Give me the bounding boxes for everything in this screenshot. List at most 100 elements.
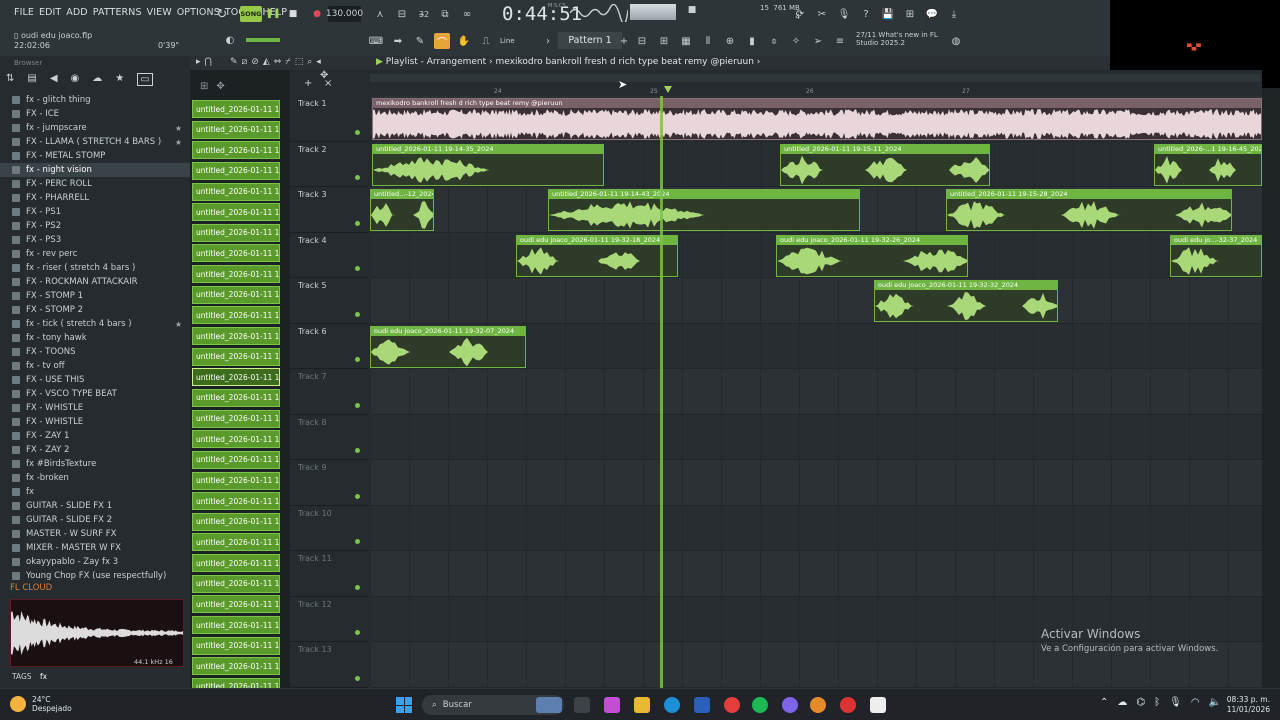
- save-icon[interactable]: 💾: [880, 6, 896, 22]
- track-header[interactable]: Track 1: [290, 96, 368, 142]
- channel-button[interactable]: untitled_2026-01-11 19-...: [192, 430, 280, 449]
- browser-item[interactable]: FX - LLAMA ( STRETCH 4 BARS ) ★: [0, 135, 190, 149]
- download-icon[interactable]: ⤓: [946, 6, 962, 22]
- favorite-star-icon[interactable]: ★: [175, 138, 182, 147]
- performance-icon[interactable]: ➢: [810, 33, 826, 49]
- task-view-icon[interactable]: [574, 697, 590, 713]
- track-header[interactable]: Track 2: [290, 142, 368, 187]
- metronome-icon[interactable]: ⋏: [372, 6, 388, 22]
- browser-icon[interactable]: ▮: [744, 33, 760, 49]
- audio-clip[interactable]: oudi edu jo...-32-37_2024: [1170, 234, 1262, 277]
- widgets-icon[interactable]: [536, 697, 562, 713]
- menu-patterns[interactable]: PATTERNS: [93, 7, 142, 18]
- browser-item[interactable]: Young Chop FX (use respectfully): [0, 569, 190, 583]
- help-icon[interactable]: ?: [858, 6, 874, 22]
- select-icon[interactable]: ⬚: [295, 57, 304, 67]
- channel-button[interactable]: untitled_2026-01-11 19-...: [192, 574, 280, 593]
- folder-view-icon[interactable]: ▭: [137, 73, 153, 86]
- fl-studio-icon[interactable]: [810, 697, 826, 713]
- browser-item[interactable]: FX - ROCKMAN ATTACKAIR: [0, 275, 190, 289]
- audio-clip[interactable]: mexikodro bankroll fresh d rich type bea…: [372, 98, 1262, 140]
- browser-item[interactable]: MASTER - W SURF FX: [0, 527, 190, 541]
- bluetooth-icon[interactable]: ᛒ: [1154, 697, 1160, 708]
- mixer-view-icon[interactable]: ⫴: [700, 33, 716, 49]
- file-icon[interactable]: ▤: [27, 73, 36, 86]
- move-tracks-icon[interactable]: ✥: [320, 70, 328, 81]
- channel-button[interactable]: untitled_2026-01-11 19-...: [192, 100, 280, 118]
- loop-record-icon[interactable]: ∞: [459, 6, 475, 22]
- channel-button[interactable]: untitled_2026-01-11 19-...: [192, 265, 280, 284]
- pattern-prev-icon[interactable]: ›: [540, 33, 556, 49]
- mute-icon[interactable]: ◭: [263, 57, 270, 67]
- chat-icon[interactable]: 💬: [924, 6, 940, 22]
- track-mute-led[interactable]: [355, 448, 360, 453]
- cloud-icon[interactable]: ☁: [92, 73, 102, 86]
- menu-file[interactable]: FILE: [14, 7, 34, 18]
- track-header[interactable]: Track 4: [290, 233, 368, 278]
- onedrive-icon[interactable]: ☁: [1117, 697, 1127, 708]
- track-mute-led[interactable]: [355, 493, 360, 499]
- edge-icon[interactable]: [664, 697, 680, 713]
- magnet-icon[interactable]: ⌒: [434, 33, 450, 49]
- channel-button[interactable]: untitled_2026-01-11 19-...: [192, 120, 280, 139]
- channel-button[interactable]: untitled_2026-01-11 19-...: [192, 409, 280, 428]
- track-header[interactable]: Track 11: [290, 551, 368, 597]
- app-icon[interactable]: [840, 697, 856, 713]
- track-lane[interactable]: [370, 369, 1262, 415]
- browser-item[interactable]: FX - PS3: [0, 233, 190, 247]
- favorite-star-icon[interactable]: ★: [175, 124, 182, 133]
- pattern-selector[interactable]: Pattern 1: [558, 32, 622, 49]
- capture-icon[interactable]: [870, 697, 886, 713]
- browser-item[interactable]: fx - jumpscare ★: [0, 121, 190, 135]
- arrow-right-icon[interactable]: ➡: [390, 33, 406, 49]
- browser-item[interactable]: fx - tony hawk: [0, 331, 190, 345]
- track-mute-led[interactable]: [355, 630, 360, 635]
- sort-icon[interactable]: ⇅: [6, 73, 14, 86]
- browser-item[interactable]: FX - WHISTLE: [0, 401, 190, 415]
- touch-keyboard-icon[interactable]: ✧: [788, 33, 804, 49]
- channel-button[interactable]: untitled_2026-01-11 19-...: [192, 636, 280, 655]
- microphone-icon[interactable]: 🎙: [836, 6, 852, 22]
- browser-item[interactable]: fx - night vision: [0, 163, 190, 177]
- channel-button[interactable]: untitled_2026-01-11 19-...: [192, 141, 280, 160]
- track-mute-led[interactable]: [355, 539, 360, 544]
- audio-clip[interactable]: oudi edu joaco_2026-01-11 19-32-18_2024: [516, 234, 678, 277]
- network-icon[interactable]: ⌬: [1136, 697, 1145, 708]
- browser-item[interactable]: FX - PS1: [0, 205, 190, 219]
- audio-clip[interactable]: untitled_2026-01-11 19-14-43_2024: [548, 189, 860, 231]
- track-lane[interactable]: [370, 551, 1262, 597]
- arrow-icon[interactable]: ▸: [196, 57, 201, 67]
- channel-button[interactable]: untitled_2026-01-11 19-...: [192, 244, 280, 263]
- audio-clip[interactable]: oudi edu joaco_2026-01-11 19-32-07_2024: [370, 325, 526, 368]
- track-header[interactable]: Track 3: [290, 187, 368, 233]
- track-mute-led[interactable]: [355, 175, 360, 180]
- tag-value[interactable]: fx: [40, 672, 47, 681]
- audio-clip[interactable]: oudi edu joaco_2026-01-11 19-32-32_2024: [874, 280, 1058, 322]
- channel-button[interactable]: untitled_2026-01-11 19-...: [192, 347, 280, 366]
- audio-clip[interactable]: untitled_2026-01-11 19-15-11_2024: [780, 143, 990, 186]
- browser-item[interactable]: FX - ICE: [0, 107, 190, 121]
- track-mute-led[interactable]: [355, 266, 360, 271]
- track-header[interactable]: Track 10: [290, 506, 368, 551]
- browser-item[interactable]: FX - METAL STOMP: [0, 149, 190, 163]
- audio-clip[interactable]: untitled_2026-01-11 19-14-35_2024: [372, 143, 604, 186]
- channel-button[interactable]: untitled_2026-01-11 19-...: [192, 616, 280, 635]
- browser-item[interactable]: FX - PERC ROLL: [0, 177, 190, 191]
- slip-icon[interactable]: ⇔: [274, 57, 282, 67]
- paint-icon[interactable]: ⧄: [242, 57, 248, 67]
- track-mute-led[interactable]: [355, 220, 360, 226]
- copilot-icon[interactable]: [604, 697, 620, 713]
- piano-roll-icon[interactable]: ⊞: [656, 33, 672, 49]
- track-lane[interactable]: [370, 460, 1262, 506]
- plugin-icon[interactable]: ⊕: [722, 33, 738, 49]
- timeline-ruler[interactable]: + × ✥ 24 25 26 27 ➤: [290, 70, 1262, 96]
- track-mute-led[interactable]: [355, 584, 360, 590]
- plus-icon[interactable]: +: [304, 78, 312, 89]
- browser-item[interactable]: FX - PS2: [0, 219, 190, 233]
- slice-icon[interactable]: ⌿: [285, 57, 290, 67]
- playlist-overview[interactable]: [370, 74, 1260, 82]
- mixer-icon[interactable]: ⊞: [902, 6, 918, 22]
- track-header[interactable]: Track 9: [290, 460, 368, 506]
- browser-item[interactable]: fx - glitch thing: [0, 93, 190, 107]
- opera-icon[interactable]: [724, 697, 740, 713]
